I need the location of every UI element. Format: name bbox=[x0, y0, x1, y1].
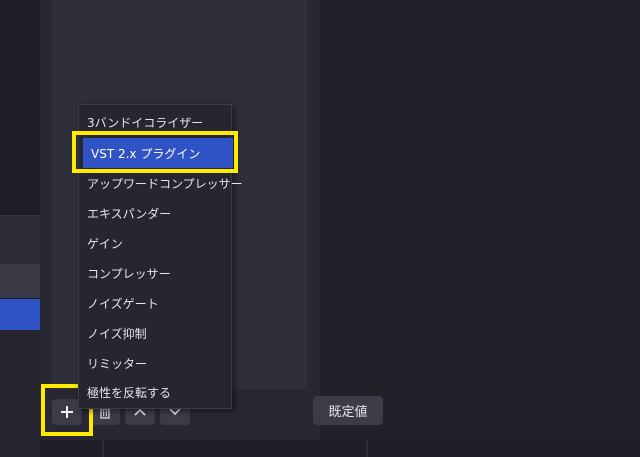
menu-item-compressor[interactable]: コンプレッサー bbox=[79, 258, 231, 288]
defaults-button[interactable]: 既定値 bbox=[313, 396, 383, 425]
main-window-background bbox=[0, 0, 40, 215]
menu-item-expander[interactable]: エキスパンダー bbox=[79, 198, 231, 228]
menu-item-gain[interactable]: ゲイン bbox=[79, 228, 231, 258]
main-window-list-row[interactable] bbox=[0, 264, 40, 298]
filter-properties-pane bbox=[320, 0, 640, 440]
divider bbox=[366, 440, 368, 457]
vst-item-highlight bbox=[72, 131, 238, 173]
menu-item-noise-gate[interactable]: ノイズゲート bbox=[79, 288, 231, 318]
dialog-bottom-bar bbox=[40, 440, 640, 457]
main-window-panel bbox=[0, 330, 40, 457]
menu-item-noise-suppression[interactable]: ノイズ抑制 bbox=[79, 318, 231, 348]
screen: 既定値 3バンドイコライザー VST 2.x プラグイン アップワードコンプレッ… bbox=[0, 0, 640, 457]
menu-item-limiter[interactable]: リミッター bbox=[79, 348, 231, 378]
main-window-panel-header bbox=[0, 215, 40, 264]
divider bbox=[102, 440, 104, 457]
menu-item-invert-polarity[interactable]: 極性を反転する bbox=[79, 377, 231, 407]
main-window-selected-row[interactable] bbox=[0, 299, 40, 330]
